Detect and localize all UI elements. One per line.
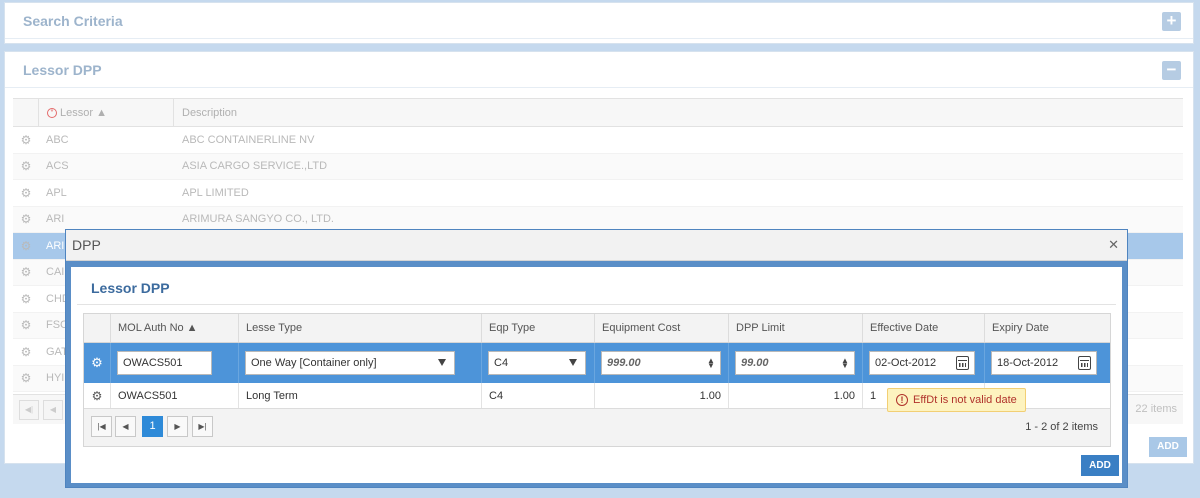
search-criteria-panel: Search Criteria + <box>4 2 1194 44</box>
validation-tooltip: ! EffDt is not valid date <box>887 388 1026 412</box>
calendar-icon[interactable] <box>1078 356 1091 370</box>
description-column-header[interactable]: Description <box>174 99 1183 126</box>
expand-icon[interactable]: + <box>1162 12 1181 31</box>
gear-icon[interactable]: ⚙ <box>13 239 39 253</box>
modal-heading: Lessor DPP <box>91 280 170 296</box>
table-row[interactable]: ⚙ ACS ASIA CARGO SERVICE.,LTD <box>13 153 1183 180</box>
equipment-cost-input[interactable]: 999.00 ▲ ▼ <box>601 351 721 375</box>
last-page-icon[interactable]: ▶| <box>192 416 213 437</box>
spinner-icon[interactable]: ▲ ▼ <box>841 357 849 370</box>
expiry-date-header[interactable]: Expiry Date <box>985 314 1110 342</box>
edit-row: ⚙ OWACS501 One Way [Container only] C4 9… <box>84 343 1110 383</box>
dpp-grid-pager: |◀ ◀ 1 ▶ ▶| 1 - 2 of 2 items <box>84 408 1110 446</box>
modal-title-bar[interactable]: DPP ✕ <box>66 230 1127 261</box>
gear-column-header <box>84 314 111 342</box>
page-number-button[interactable]: 1 <box>142 416 163 437</box>
gear-icon[interactable]: ⚙ <box>13 371 39 385</box>
gear-icon[interactable]: ⚙ <box>13 345 39 359</box>
dpp-grid-header: MOL Auth No ▲ Lesse Type Eqp Type Equipm… <box>84 314 1110 343</box>
calendar-icon[interactable] <box>956 356 969 370</box>
table-row[interactable]: ⚙ ABC ABC CONTAINERLINE NV <box>13 127 1183 154</box>
gear-icon[interactable]: ⚙ <box>13 186 39 200</box>
lessor-grid-header: * Lessor ▲ Description <box>13 98 1183 127</box>
equipment-cost-cell: 999.00 ▲ ▼ <box>595 343 729 383</box>
pager-item-count: 1 - 2 of 2 items <box>1025 421 1098 433</box>
warning-icon: ! <box>896 394 908 406</box>
dpp-limit-input[interactable]: 99.00 ▲ ▼ <box>735 351 855 375</box>
lesse-type-select[interactable]: One Way [Container only] <box>245 351 455 375</box>
gear-column-header <box>13 99 39 126</box>
eqp-type-select[interactable]: C4 <box>488 351 586 375</box>
dropdown-arrow-icon <box>569 359 577 366</box>
prev-page-icon[interactable]: ◀ <box>115 416 136 437</box>
mol-auth-no-header[interactable]: MOL Auth No ▲ <box>111 314 239 342</box>
eqp-type-cell: C4 <box>482 343 595 383</box>
validation-message: EffDt is not valid date <box>913 394 1017 406</box>
first-page-icon[interactable]: |◀ <box>91 416 112 437</box>
gear-icon[interactable]: ⚙ <box>13 133 39 147</box>
gear-icon[interactable]: ⚙ <box>84 383 111 408</box>
dpp-modal: DPP ✕ Lessor DPP MOL Auth No ▲ Lesse Typ… <box>65 229 1128 488</box>
prev-page-icon[interactable]: ◀ <box>43 400 63 420</box>
mol-auth-no-input[interactable]: OWACS501 <box>117 351 212 375</box>
lessor-add-button[interactable]: ADD <box>1149 437 1187 457</box>
gear-icon[interactable]: ⚙ <box>13 212 39 226</box>
table-row[interactable]: ⚙ APL APL LIMITED <box>13 180 1183 207</box>
effective-date-input[interactable]: 02-Oct-2012 <box>869 351 975 375</box>
first-page-icon[interactable]: ◀| <box>19 400 39 420</box>
lesse-type-header[interactable]: Lesse Type <box>239 314 482 342</box>
next-page-icon[interactable]: ▶ <box>167 416 188 437</box>
pager-item-count: 22 items <box>1135 403 1177 415</box>
search-criteria-title: Search Criteria <box>5 3 1193 39</box>
divider <box>77 304 1116 305</box>
lessor-column-header[interactable]: * Lessor ▲ <box>39 99 174 126</box>
dpp-limit-cell: 99.00 ▲ ▼ <box>729 343 863 383</box>
collapse-icon[interactable]: − <box>1162 61 1181 80</box>
dropdown-arrow-icon <box>438 359 446 366</box>
required-icon: * <box>47 107 57 118</box>
effective-date-header[interactable]: Effective Date <box>863 314 985 342</box>
modal-body: Lessor DPP MOL Auth No ▲ Lesse Type Eqp … <box>71 267 1122 483</box>
gear-icon[interactable]: ⚙ <box>13 292 39 306</box>
dpp-grid: MOL Auth No ▲ Lesse Type Eqp Type Equipm… <box>83 313 1111 447</box>
close-icon[interactable]: ✕ <box>1108 238 1119 251</box>
gear-icon[interactable]: ⚙ <box>13 318 39 332</box>
gear-icon[interactable]: ⚙ <box>84 343 111 383</box>
dpp-limit-header[interactable]: DPP Limit <box>729 314 863 342</box>
modal-title: DPP <box>72 237 101 253</box>
expiry-date-input[interactable]: 18-Oct-2012 <box>991 351 1097 375</box>
gear-icon[interactable]: ⚙ <box>13 159 39 173</box>
lesse-type-cell: One Way [Container only] <box>239 343 482 383</box>
add-button[interactable]: ADD <box>1081 455 1119 476</box>
effective-date-cell: 02-Oct-2012 <box>863 343 985 383</box>
spinner-icon[interactable]: ▲ ▼ <box>707 357 715 370</box>
mol-auth-no-cell: OWACS501 <box>111 343 239 383</box>
expiry-date-cell: 18-Oct-2012 <box>985 343 1110 383</box>
lessor-dpp-title: Lessor DPP <box>5 52 1193 88</box>
equipment-cost-header[interactable]: Equipment Cost <box>595 314 729 342</box>
gear-icon[interactable]: ⚙ <box>13 265 39 279</box>
eqp-type-header[interactable]: Eqp Type <box>482 314 595 342</box>
